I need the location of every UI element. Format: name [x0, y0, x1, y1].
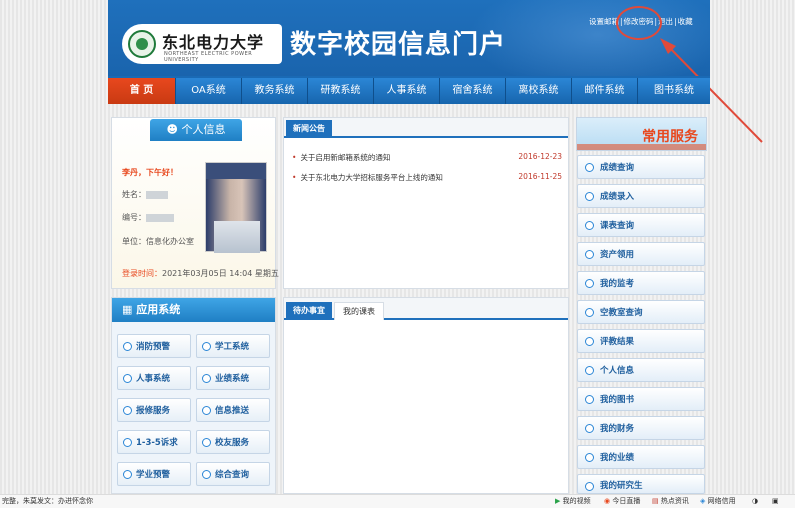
app-repair[interactable]: 报修服务 [117, 398, 191, 422]
nav-home[interactable]: 首 页 [108, 78, 176, 104]
apps-title: 应用系统 [136, 303, 181, 316]
shield-icon: ◈ [700, 497, 706, 505]
unit-row: 单位：信息化办公室 [122, 237, 194, 246]
svc-schedule-query[interactable]: 课表查询 [577, 213, 705, 237]
circle-arrow-icon [202, 470, 211, 479]
personal-info-ribbon: ☻ 个人信息 [150, 119, 242, 141]
circle-arrow-icon [585, 337, 594, 346]
svc-my-graduate[interactable]: 我的研究生 [577, 474, 705, 494]
app-135-appeal[interactable]: 1-3-5诉求 [117, 430, 191, 454]
todo-panel: 待办事宜 我的课表 [283, 297, 569, 494]
app-student-affairs[interactable]: 学工系统 [196, 334, 270, 358]
circle-arrow-icon [202, 374, 211, 383]
nav-library[interactable]: 图书系统 [638, 78, 710, 104]
news-icon: ▤ [652, 497, 659, 505]
tab-news[interactable]: 新闻公告 [286, 120, 332, 138]
circle-arrow-icon [585, 482, 594, 491]
svc-my-library[interactable]: 我的图书 [577, 387, 705, 411]
svc-grade-entry[interactable]: 成绩录入 [577, 184, 705, 208]
id-value-blurred [146, 213, 174, 222]
circle-arrow-icon [123, 342, 132, 351]
security-icon[interactable]: ◑ [752, 495, 758, 508]
circle-arrow-icon [123, 470, 132, 479]
circle-arrow-icon [585, 424, 594, 433]
circle-arrow-icon [202, 406, 211, 415]
svc-empty-classroom[interactable]: 空教室查询 [577, 300, 705, 324]
circle-arrow-icon [585, 192, 594, 201]
status-my-video[interactable]: ▶ 我的视频 [555, 495, 591, 508]
name-row: 姓名： [122, 189, 168, 200]
status-live[interactable]: ◉ 今日直播 [604, 495, 640, 508]
greeting-text: 李丹，下午好！ [122, 168, 178, 177]
svc-asset-request[interactable]: 资产领用 [577, 242, 705, 266]
tab-my-schedule[interactable]: 我的课表 [334, 302, 384, 320]
app-fire-warning[interactable]: 消防预警 [117, 334, 191, 358]
circle-arrow-icon [585, 250, 594, 259]
play-icon: ▶ [555, 497, 561, 505]
nav-mail[interactable]: 邮件系统 [572, 78, 638, 104]
svc-grade-query[interactable]: 成绩查询 [577, 155, 705, 179]
app-hr[interactable]: 人事系统 [117, 366, 191, 390]
nav-academic[interactable]: 教务系统 [242, 78, 308, 104]
user-icon: ☻ [166, 123, 182, 136]
services-banner-stripe [577, 144, 706, 150]
nav-graduate[interactable]: 研教系统 [308, 78, 374, 104]
circle-arrow-icon [585, 163, 594, 172]
circle-arrow-icon [585, 366, 594, 375]
nav-dorm[interactable]: 宿舍系统 [440, 78, 506, 104]
login-time-row: 登录时间：2021年03月05日 14:04 星期五 [122, 269, 279, 278]
svc-evaluation-result[interactable]: 评教结果 [577, 329, 705, 353]
circle-arrow-icon [585, 221, 594, 230]
services-title: 常用服务 [642, 129, 698, 145]
circle-arrow-icon [123, 438, 132, 447]
svc-my-finance[interactable]: 我的财务 [577, 416, 705, 440]
circle-arrow-icon [585, 395, 594, 404]
live-icon: ◉ [604, 497, 611, 505]
id-row: 编号： [122, 212, 174, 223]
name-value-blurred [146, 190, 168, 199]
news-item[interactable]: • 关于东北电力大学招标服务平台上线的通知 2016-11-25 [292, 172, 568, 183]
circle-arrow-icon [585, 308, 594, 317]
svc-personal-info[interactable]: 个人信息 [577, 358, 705, 382]
circle-arrow-icon [585, 279, 594, 288]
nav-leave[interactable]: 离校系统 [506, 78, 572, 104]
grid-icon: ▦ [122, 303, 137, 316]
circle-arrow-icon [202, 342, 211, 351]
main-nav: 首 页 OA系统 教务系统 研教系统 人事系统 宿舍系统 离校系统 邮件系统 图… [108, 76, 710, 104]
status-credit[interactable]: ◈ 网络信用 [700, 495, 736, 508]
app-general-query[interactable]: 综合查询 [196, 462, 270, 486]
circle-arrow-icon [202, 438, 211, 447]
nav-hr[interactable]: 人事系统 [374, 78, 440, 104]
status-hot-news[interactable]: ▤ 热点资讯 [652, 495, 689, 508]
circle-arrow-icon [585, 453, 594, 462]
app-info-push[interactable]: 信息推送 [196, 398, 270, 422]
svc-my-invigilation[interactable]: 我的监考 [577, 271, 705, 295]
tab-todo[interactable]: 待办事宜 [286, 302, 332, 320]
news-item[interactable]: • 关于启用新邮箱系统的通知 2016-12-23 [292, 152, 568, 163]
nav-oa[interactable]: OA系统 [176, 78, 242, 104]
app-academic-warning[interactable]: 学业预警 [117, 462, 191, 486]
apps-header: ▦ 应用系统 [112, 298, 275, 322]
app-alumni[interactable]: 校友服务 [196, 430, 270, 454]
svc-my-performance[interactable]: 我的业绩 [577, 445, 705, 469]
news-panel: 新闻公告 • 关于启用新邮箱系统的通知 2016-12-23 • 关于东北电力大学招标… [283, 117, 569, 289]
browser-status-bar: 完整，朱莫发文：办进怀念你 ▶ 我的视频 ◉ 今日直播 ▤ 热点资讯 ◈ 网络信… [0, 494, 795, 508]
circle-arrow-icon [123, 374, 132, 383]
services-banner: 常用服务 [576, 117, 707, 151]
status-left-text: 完整，朱莫发文：办进怀念你 [2, 497, 93, 505]
personal-info-title: 个人信息 [181, 123, 226, 136]
circle-arrow-icon [123, 406, 132, 415]
screenshot-icon[interactable]: ▣ [772, 495, 779, 508]
user-photo-blurred [205, 162, 267, 253]
app-performance[interactable]: 业绩系统 [196, 366, 270, 390]
